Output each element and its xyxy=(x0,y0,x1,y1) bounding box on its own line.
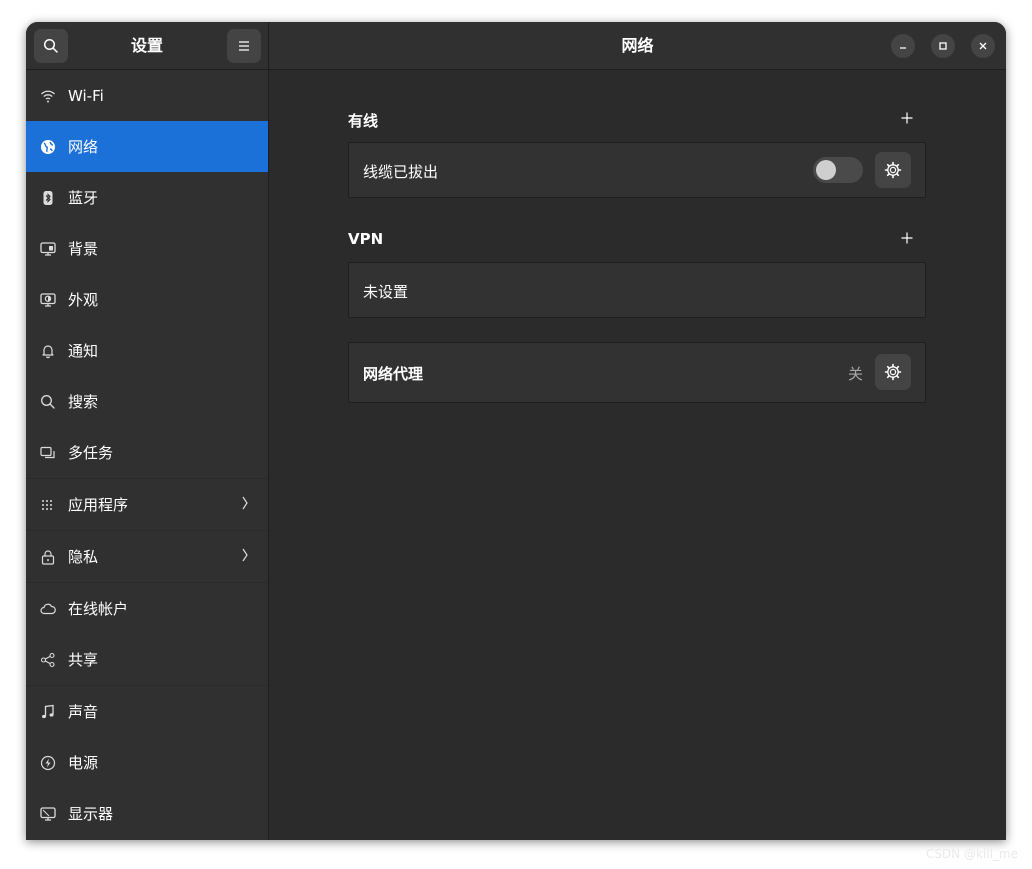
lock-icon xyxy=(40,549,56,565)
add-vpn-button[interactable] xyxy=(897,228,917,248)
wired-toggle[interactable] xyxy=(813,157,863,183)
wired-section-title: 有线 xyxy=(348,112,379,130)
sidebar-item-applications[interactable]: 应用程序 xyxy=(26,479,268,531)
close-button[interactable] xyxy=(971,34,995,58)
toggle-knob xyxy=(816,160,836,180)
chevron-right-icon xyxy=(242,496,248,510)
plus-icon xyxy=(901,112,913,124)
add-wired-button[interactable] xyxy=(897,108,917,128)
wired-settings-button[interactable] xyxy=(875,152,911,188)
close-icon xyxy=(979,42,987,50)
cloud-icon xyxy=(40,601,56,617)
sidebar-item-privacy[interactable]: 隐私 xyxy=(26,531,268,583)
sidebar-item-label: Wi-Fi xyxy=(68,86,104,105)
sidebar-item-label: 应用程序 xyxy=(68,496,129,514)
hamburger-menu-icon xyxy=(239,41,249,51)
search-button[interactable] xyxy=(34,29,68,63)
maximize-button[interactable] xyxy=(931,34,955,58)
gear-icon xyxy=(884,161,902,179)
monitor-image-icon xyxy=(40,241,56,257)
sidebar-list: Wi-Fi 网络 蓝牙 背景 外观 通知 搜索 多任务 应用程序 隐私 在线帐户… xyxy=(26,70,268,839)
header-bar: 网络 xyxy=(269,22,1006,70)
sidebar-item-label: 搜索 xyxy=(68,393,99,411)
sidebar-item-appearance[interactable]: 外观 xyxy=(26,274,268,325)
plus-icon xyxy=(901,232,913,244)
sidebar-item-label: 声音 xyxy=(68,703,99,721)
sidebar-item-label: 显示器 xyxy=(68,805,114,823)
sidebar-item-bluetooth[interactable]: 蓝牙 xyxy=(26,172,268,223)
sidebar-item-label: 背景 xyxy=(68,240,99,258)
chevron-right-icon xyxy=(242,548,248,562)
proxy-label: 网络代理 xyxy=(363,365,424,383)
sidebar-item-wifi[interactable]: Wi-Fi xyxy=(26,70,268,121)
wifi-icon xyxy=(40,88,56,104)
sidebar-header: 设置 xyxy=(26,22,268,70)
sidebar-item-label: 多任务 xyxy=(68,444,114,462)
display-appearance-icon xyxy=(40,292,56,308)
sidebar-item-background[interactable]: 背景 xyxy=(26,223,268,274)
proxy-settings-button[interactable] xyxy=(875,354,911,390)
minimize-icon xyxy=(900,47,906,49)
sidebar-item-label: 通知 xyxy=(68,342,99,360)
minimize-button[interactable] xyxy=(891,34,915,58)
globe-icon xyxy=(40,139,56,155)
sidebar-item-label: 电源 xyxy=(68,754,99,772)
apps-grid-icon xyxy=(40,497,56,513)
sidebar-item-notifications[interactable]: 通知 xyxy=(26,325,268,376)
main-menu-button[interactable] xyxy=(227,29,261,63)
vpn-row: 未设置 xyxy=(348,262,926,318)
windows-icon xyxy=(40,445,56,461)
sidebar-item-label: 外观 xyxy=(68,291,99,309)
main-panel: 网络 有线 线缆已拔出 VPN 未设置 网络代理 关 xyxy=(269,22,1006,840)
search-icon xyxy=(40,394,56,410)
maximize-icon xyxy=(939,42,947,50)
watermark: CSDN @kill_me xyxy=(925,847,1018,861)
sidebar-item-displays[interactable]: 显示器 xyxy=(26,788,268,839)
sidebar-item-label: 网络 xyxy=(68,138,99,156)
bell-icon xyxy=(40,343,56,359)
sidebar-item-label: 隐私 xyxy=(68,548,99,566)
wired-status: 线缆已拔出 xyxy=(363,163,439,181)
sidebar-item-label: 在线帐户 xyxy=(68,600,129,618)
vpn-status: 未设置 xyxy=(363,283,409,301)
gear-icon xyxy=(884,363,902,381)
display-icon xyxy=(40,806,56,822)
sidebar: 设置 Wi-Fi 网络 蓝牙 背景 外观 通知 搜索 多任务 应用程序 隐私 在… xyxy=(26,22,269,840)
sidebar-item-label: 蓝牙 xyxy=(68,189,99,207)
settings-window: 设置 Wi-Fi 网络 蓝牙 背景 外观 通知 搜索 多任务 应用程序 隐私 在… xyxy=(26,22,1006,840)
sidebar-item-label: 共享 xyxy=(68,651,99,669)
sidebar-item-network[interactable]: 网络 xyxy=(26,121,268,172)
sidebar-item-sound[interactable]: 声音 xyxy=(26,686,268,737)
power-icon xyxy=(40,755,56,771)
music-note-icon xyxy=(40,704,56,720)
sidebar-item-multitasking[interactable]: 多任务 xyxy=(26,427,268,479)
sidebar-item-online-accounts[interactable]: 在线帐户 xyxy=(26,583,268,634)
bluetooth-icon xyxy=(40,190,56,206)
search-icon xyxy=(43,38,58,53)
sidebar-item-power[interactable]: 电源 xyxy=(26,737,268,788)
vpn-section-title: VPN xyxy=(348,230,384,248)
proxy-row[interactable]: 网络代理 关 xyxy=(348,342,926,403)
wired-connection-row: 线缆已拔出 xyxy=(348,142,926,198)
sidebar-item-sharing[interactable]: 共享 xyxy=(26,634,268,686)
proxy-state: 关 xyxy=(848,365,864,383)
share-icon xyxy=(40,652,56,668)
sidebar-item-search[interactable]: 搜索 xyxy=(26,376,268,427)
sidebar-title: 设置 xyxy=(130,36,163,55)
